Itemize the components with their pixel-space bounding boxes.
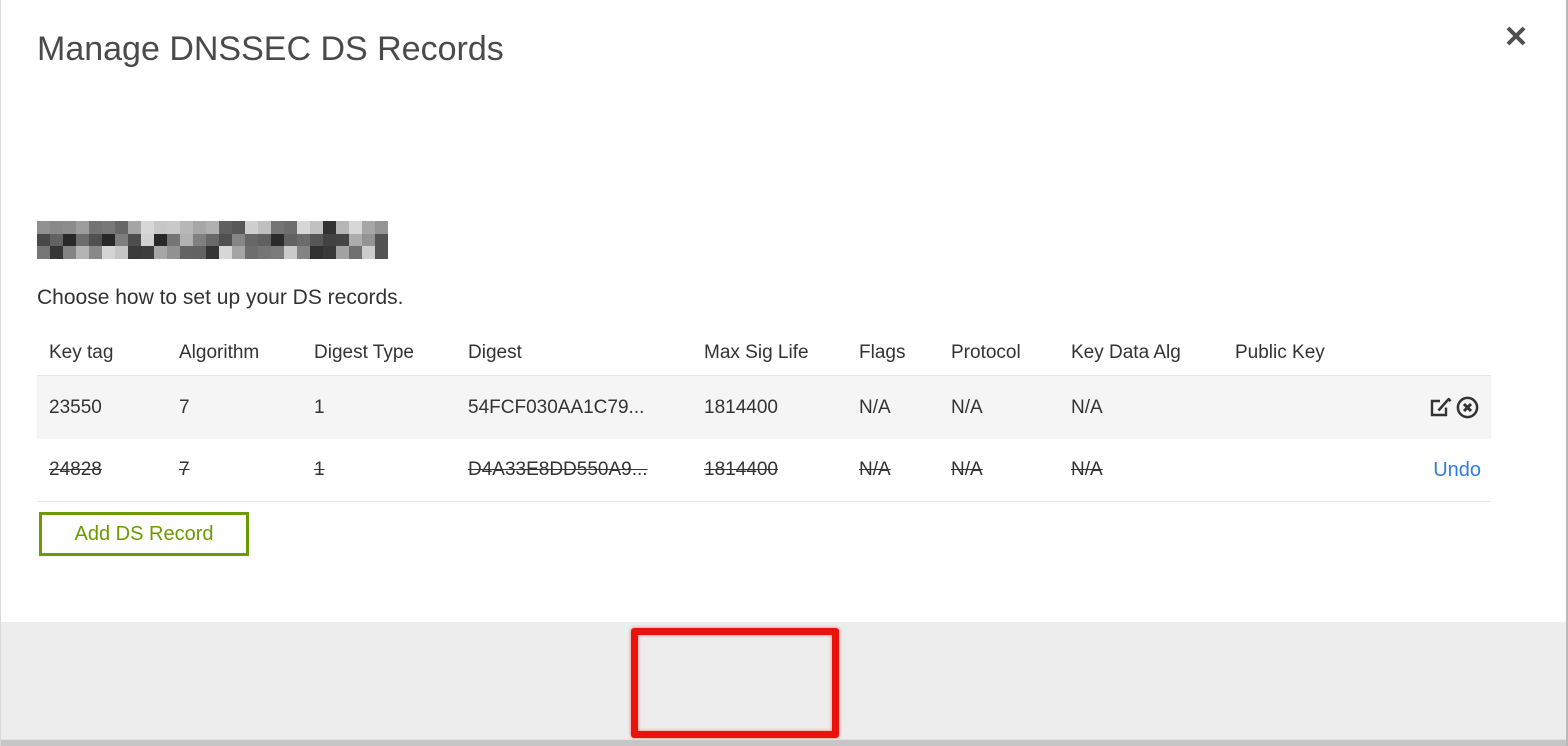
max-sig-life-value: 1814400 — [704, 459, 778, 480]
close-button[interactable] — [1500, 22, 1532, 54]
digest-type-value: 1 — [314, 459, 325, 480]
annotation-highlight-box — [631, 628, 839, 738]
edit-record-button[interactable] — [1429, 395, 1454, 420]
table-header-row: Key tag Algorithm Digest Type Digest Max… — [37, 330, 1491, 376]
column-header-digest-type: Digest Type — [314, 341, 414, 363]
delete-record-button[interactable] — [1454, 394, 1481, 421]
digest-type-value: 1 — [314, 396, 325, 418]
column-header-flags: Flags — [859, 341, 906, 363]
table-row: 23550 7 1 54FCF030AA1C79... 1814400 N/A … — [37, 376, 1491, 439]
flags-value: N/A — [859, 396, 891, 418]
dnssec-dialog: Manage DNSSEC DS Records Choose how to s… — [0, 0, 1568, 746]
circle-x-icon — [1456, 396, 1479, 419]
column-header-protocol: Protocol — [951, 341, 1021, 363]
key-data-alg-value: N/A — [1071, 459, 1103, 480]
key-tag-value: 24828 — [49, 459, 102, 480]
table-row-deleted: 24828 7 1 D4A33E8DD550A9... 1814400 N/A … — [37, 439, 1491, 502]
dialog-footer: Save Cancel — [1, 622, 1566, 746]
algorithm-value: 7 — [179, 459, 190, 480]
protocol-value: N/A — [951, 396, 983, 418]
redacted-domain-name — [37, 221, 388, 259]
ds-records-table: Key tag Algorithm Digest Type Digest Max… — [37, 330, 1491, 502]
column-header-digest: Digest — [468, 341, 522, 363]
flags-value: N/A — [859, 459, 891, 480]
column-header-key-data-alg: Key Data Alg — [1071, 341, 1181, 363]
close-icon — [1503, 23, 1529, 54]
instruction-text: Choose how to set up your DS records. — [37, 286, 404, 309]
column-header-key-tag: Key tag — [49, 341, 114, 363]
column-header-max-sig-life: Max Sig Life — [704, 341, 809, 363]
undo-link[interactable]: Undo — [1433, 459, 1481, 482]
add-ds-record-button[interactable]: Add DS Record — [39, 512, 249, 556]
max-sig-life-value: 1814400 — [704, 396, 778, 418]
column-header-public-key: Public Key — [1235, 341, 1325, 363]
protocol-value: N/A — [951, 459, 983, 480]
algorithm-value: 7 — [179, 396, 190, 418]
page-title: Manage DNSSEC DS Records — [37, 30, 504, 68]
edit-pencil-square-icon — [1430, 397, 1452, 417]
bottom-edge-strip — [1, 739, 1566, 746]
key-tag-value: 23550 — [49, 396, 102, 418]
column-header-algorithm: Algorithm — [179, 341, 260, 363]
key-data-alg-value: N/A — [1071, 396, 1103, 418]
digest-value: 54FCF030AA1C79... — [468, 396, 645, 418]
digest-value: D4A33E8DD550A9... — [468, 459, 648, 480]
